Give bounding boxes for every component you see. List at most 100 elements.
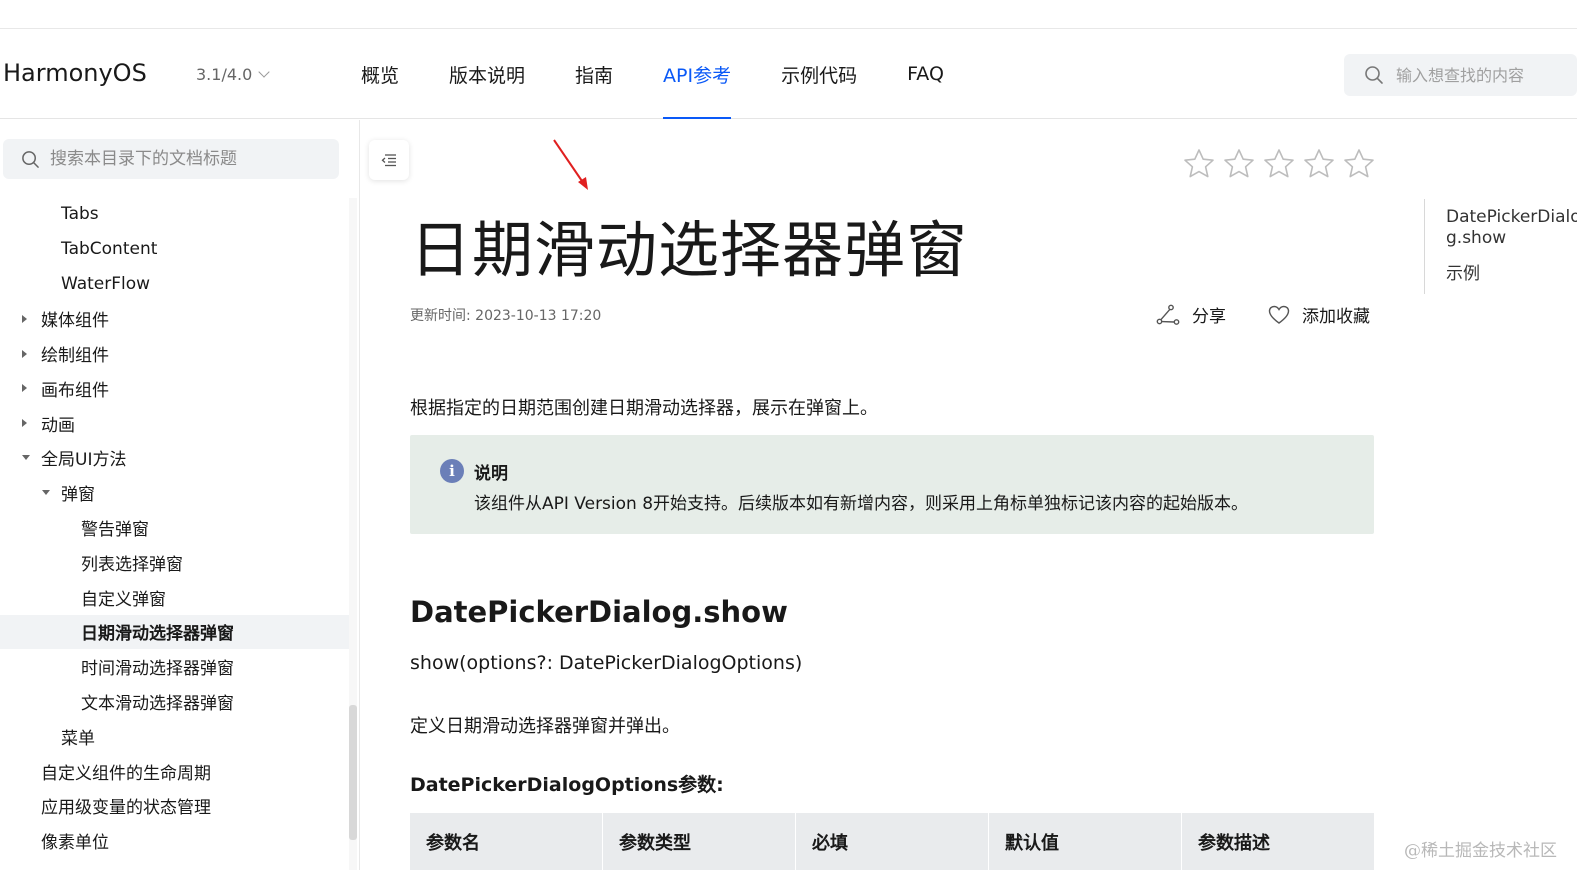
version-selector[interactable]: 3.1/4.0 — [196, 65, 270, 84]
main-nav: 概览 版本说明 指南 API参考 示例代码 FAQ — [361, 29, 994, 119]
nav-sample-code[interactable]: 示例代码 — [781, 29, 857, 119]
updated-time: 更新时间: 2023-10-13 17:20 — [410, 308, 602, 324]
sidebar-item-label: 列表选择弹窗 — [81, 554, 183, 575]
star-icon[interactable] — [1183, 148, 1215, 180]
toc-item-example[interactable]: 示例 — [1446, 264, 1577, 285]
sidebar-item[interactable]: 像素单位 — [0, 823, 350, 858]
sidebar-scrollbar-thumb[interactable] — [349, 705, 357, 840]
sidebar-item-label: 弹窗 — [61, 485, 95, 506]
sidebar-item[interactable]: 媒体组件 — [0, 301, 350, 336]
sidebar-item[interactable]: 文本滑动选择器弹窗 — [0, 684, 350, 719]
watermark: @稀土掘金技术社区 — [1404, 841, 1557, 861]
sidebar-item[interactable]: 自定义弹窗 — [0, 580, 350, 615]
sidebar-item-label: 像素单位 — [41, 833, 109, 854]
chevron-down-icon — [258, 66, 270, 78]
sidebar-item[interactable]: WaterFlow — [0, 267, 350, 302]
sidebar-item-label: Tabs — [61, 204, 99, 225]
note-title: 说明 — [474, 464, 508, 484]
list-collapse-icon — [381, 154, 396, 167]
sidebar-item-label: 时间滑动选择器弹窗 — [81, 659, 234, 680]
info-icon: i — [440, 459, 464, 483]
heart-icon — [1268, 305, 1290, 324]
sidebar: Tabs TabContent WaterFlow 媒体组件绘制组件画布组件动画全局U… — [0, 120, 360, 870]
toggle-toc-button[interactable] — [369, 140, 409, 180]
params-table-header: 参数名 参数类型 必填 默认值 参数描述 — [410, 813, 1374, 870]
table-header-cell: 参数描述 — [1198, 832, 1270, 854]
version-label: 3.1/4.0 — [196, 65, 253, 84]
global-search[interactable] — [1344, 54, 1577, 96]
nav-faq[interactable]: FAQ — [907, 29, 944, 119]
sidebar-item[interactable]: 动画 — [0, 406, 350, 441]
nav-api-reference[interactable]: API参考 — [663, 29, 732, 119]
sidebar-item[interactable]: 全局UI方法 — [0, 441, 350, 476]
sidebar-item-label: 媒体组件 — [41, 311, 109, 332]
intro-text: 根据指定的日期范围创建日期滑动选择器，展示在弹窗上。 — [410, 398, 878, 419]
caret-right-icon[interactable] — [22, 349, 27, 358]
sidebar-item[interactable]: 列表选择弹窗 — [0, 545, 350, 580]
sidebar-item[interactable]: 时间滑动选择器弹窗 — [0, 649, 350, 684]
table-header-cell: 参数类型 — [603, 813, 796, 870]
toc-item-datepickerdialog-show[interactable]: DatePickerDialog.show — [1446, 207, 1577, 249]
sidebar-item-label: 自定义弹窗 — [81, 589, 166, 610]
note-box: i 说明 该组件从API Version 8开始支持。后续版本如有新增内容，则采… — [410, 435, 1374, 534]
sidebar-item-active[interactable]: 日期滑动选择器弹窗 — [0, 614, 350, 650]
share-button[interactable]: 分享 — [1156, 302, 1226, 327]
sidebar-item[interactable]: TabContent — [0, 232, 350, 267]
caret-down-icon[interactable] — [22, 455, 30, 461]
share-label: 分享 — [1192, 307, 1226, 327]
nav-overview[interactable]: 概览 — [361, 29, 399, 119]
table-header-cell: 默认值 — [989, 813, 1182, 870]
sidebar-item-label: 画布组件 — [41, 380, 109, 401]
sidebar-item[interactable]: Tabs — [0, 197, 350, 232]
note-text: 该组件从API Version 8开始支持。后续版本如有新增内容，则采用上角标单… — [474, 494, 1249, 514]
sidebar-item[interactable]: 弹窗 — [0, 475, 350, 510]
red-arrow-annotation — [553, 139, 588, 190]
sidebar-item[interactable]: 画布组件 — [0, 371, 350, 406]
sidebar-item-label: 文本滑动选择器弹窗 — [81, 694, 234, 715]
method-signature: show(options?: DatePickerDialogOptions) — [410, 652, 803, 674]
star-icon[interactable] — [1223, 148, 1255, 180]
page-title: 日期滑动选择器弹窗 — [410, 215, 969, 286]
star-icon[interactable] — [1343, 148, 1375, 180]
brand-logo[interactable]: HarmonyOS — [3, 59, 147, 87]
add-favorite-button[interactable]: 添加收藏 — [1268, 302, 1370, 327]
sidebar-item-label: 全局UI方法 — [41, 450, 127, 471]
favorite-label: 添加收藏 — [1302, 307, 1370, 327]
sidebar-item-label: 动画 — [41, 415, 75, 436]
section-heading: DatePickerDialog.show — [410, 595, 788, 629]
sidebar-item-label: 应用级变量的状态管理 — [41, 798, 211, 819]
params-heading: DatePickerDialogOptions参数: — [410, 774, 724, 796]
sidebar-item[interactable]: 自定义组件的生命周期 — [0, 754, 350, 789]
sidebar-item[interactable]: 应用级变量的状态管理 — [0, 789, 350, 824]
rating-stars — [1183, 148, 1375, 180]
caret-right-icon[interactable] — [22, 419, 27, 428]
sidebar-item-label: TabContent — [61, 239, 158, 260]
sidebar-item[interactable]: 警告弹窗 — [0, 510, 350, 545]
method-description: 定义日期滑动选择器弹窗并弹出。 — [410, 716, 680, 737]
caret-down-icon[interactable] — [42, 490, 50, 496]
sidebar-item-label: 自定义组件的生命周期 — [41, 763, 211, 784]
sidebar-item-label: 警告弹窗 — [81, 520, 149, 541]
table-header-cell: 参数名 — [410, 813, 603, 870]
nav-release-notes[interactable]: 版本说明 — [449, 29, 525, 119]
page-toc: DatePickerDialog.show 示例 — [1424, 199, 1577, 294]
nav-guide[interactable]: 指南 — [575, 29, 613, 119]
site-header: HarmonyOS 3.1/4.0 概览 版本说明 指南 API参考 示例代码 … — [0, 29, 1577, 119]
global-search-input[interactable] — [1396, 65, 1576, 85]
sidebar-item-label: WaterFlow — [61, 273, 151, 294]
star-icon[interactable] — [1303, 148, 1335, 180]
sidebar-search-input[interactable] — [50, 149, 330, 169]
caret-right-icon[interactable] — [22, 384, 27, 393]
doc-actions: 分享 添加收藏 — [1156, 302, 1370, 327]
sidebar-item-label: 菜单 — [61, 728, 95, 749]
search-icon — [1365, 66, 1383, 84]
sidebar-item-label: 绘制组件 — [41, 346, 109, 367]
star-icon[interactable] — [1263, 148, 1295, 180]
sidebar-search[interactable] — [3, 139, 339, 179]
sidebar-tree: Tabs TabContent WaterFlow 媒体组件绘制组件画布组件动画全局U… — [0, 197, 350, 858]
caret-right-icon[interactable] — [22, 314, 27, 323]
search-icon — [22, 150, 39, 168]
sidebar-item[interactable]: 菜单 — [0, 719, 350, 754]
sidebar-item[interactable]: 绘制组件 — [0, 336, 350, 371]
sidebar-item-label: 日期滑动选择器弹窗 — [81, 624, 234, 645]
